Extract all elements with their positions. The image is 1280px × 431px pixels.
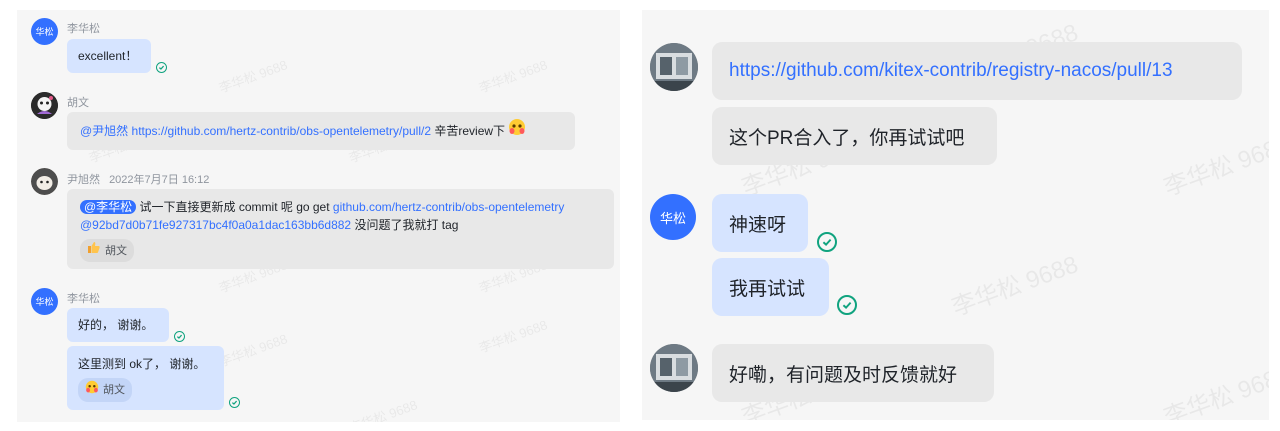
message-bubble[interactable]: https://github.com/kitex-contrib/registr… (712, 42, 1242, 100)
mention[interactable]: @尹旭然 (80, 124, 128, 138)
message-bubble[interactable]: 好的， 谢谢。 (67, 308, 169, 342)
reaction-chip[interactable]: 胡文 (78, 378, 132, 402)
message-link[interactable]: https://github.com/kitex-contrib/registr… (729, 60, 1173, 82)
chat-panel-left: 李华松 9688 李华松 9688 李华松 9688 李华松 9688 李华松 … (17, 10, 620, 422)
message-link[interactable]: github.com/hertz-contrib/obs-opentelemet… (333, 200, 564, 214)
watermark: 李华松 9688 (216, 57, 290, 96)
message-text: 这里测到 ok了， 谢谢。 (78, 357, 206, 371)
watermark: 李华松 9688 (346, 397, 420, 422)
mention[interactable]: @李华松 (80, 200, 137, 214)
watermark: 李华松 9688 (476, 317, 550, 356)
message-bubble[interactable]: 这里测到 ok了， 谢谢。 胡文 (67, 346, 224, 410)
message-text: 好嘞，有问题及时反馈就好 (729, 364, 958, 386)
watermark: 李华松 9688 (476, 57, 550, 96)
reaction-user: 胡文 (103, 383, 125, 396)
message-link[interactable]: https://github.com/hertz-contrib/obs-ope… (132, 124, 431, 138)
message-bubble[interactable]: 我再试试 (712, 258, 829, 316)
read-check-icon (174, 331, 185, 342)
chat-panel-right: 李华松 9688 李华松 9688 李华松 9688 李华松 9688 李华松 … (642, 10, 1269, 420)
message-body: @92bd7d0b71fe927317bc4f0a0a1dac163bb6d88… (80, 216, 601, 234)
message-link[interactable]: @92bd7d0b71fe927317bc4f0a0a1dac163bb6d88… (80, 218, 351, 232)
message-text: 好的， 谢谢。 (78, 318, 154, 332)
message-text: 这个PR合入了，你再试试吧 (729, 127, 965, 149)
message-bubble[interactable]: 神速呀 (712, 194, 808, 252)
message-text: 我再试试 (729, 278, 806, 300)
read-check-icon (837, 295, 857, 315)
message-text: 神速呀 (729, 214, 787, 236)
message-text: excellent！ (78, 49, 138, 63)
avatar[interactable]: 华松 (31, 18, 58, 45)
message-time: 2022年7月7日 16:12 (109, 174, 210, 186)
read-check-icon (229, 397, 240, 408)
watermark: 李华松 9688 (1160, 131, 1269, 202)
message-text: 辛苦review下 (434, 124, 506, 138)
sender-name: 尹旭然 2022年7月7日 16:12 (67, 171, 209, 187)
message-bubble[interactable]: @李华松 试一下直接更新成 commit 呢 go get github.com… (67, 189, 614, 269)
sender-label: 尹旭然 (67, 174, 100, 186)
watermark: 李华松 9688 (1160, 361, 1269, 420)
watermark: 李华松 9688 (948, 251, 1082, 322)
message-bubble[interactable]: excellent！ (67, 39, 151, 73)
message-bubble[interactable]: 好嘞，有问题及时反馈就好 (712, 344, 994, 402)
message-text: 没问题了我就打 tag (354, 218, 459, 232)
message-text: 试一下直接更新成 commit 呢 go get (139, 200, 330, 214)
pleading-emoji-icon (508, 113, 526, 151)
read-check-icon (156, 62, 167, 73)
avatar[interactable] (31, 168, 58, 195)
avatar[interactable]: 华松 (650, 194, 696, 240)
avatar[interactable]: 华松 (31, 288, 58, 315)
avatar[interactable] (650, 43, 698, 91)
sender-name: 胡文 (67, 97, 89, 109)
message-bubble[interactable]: @尹旭然 https://github.com/hertz-contrib/ob… (67, 112, 575, 150)
message-bubble[interactable]: 这个PR合入了，你再试试吧 (712, 107, 997, 165)
watermark: 李华松 9688 (216, 331, 290, 370)
avatar[interactable] (650, 344, 698, 392)
sender-name: 李华松 (67, 293, 100, 305)
reaction-chip[interactable]: 胡文 (80, 239, 134, 262)
sender-name: 李华松 (67, 23, 100, 35)
reaction-user: 胡文 (105, 244, 127, 257)
avatar[interactable] (31, 92, 58, 119)
read-check-icon (817, 232, 837, 252)
thumbs-up-icon (87, 241, 101, 260)
message-body: @李华松 试一下直接更新成 commit 呢 go get github.com… (80, 198, 601, 216)
pleading-emoji-icon (85, 380, 99, 400)
